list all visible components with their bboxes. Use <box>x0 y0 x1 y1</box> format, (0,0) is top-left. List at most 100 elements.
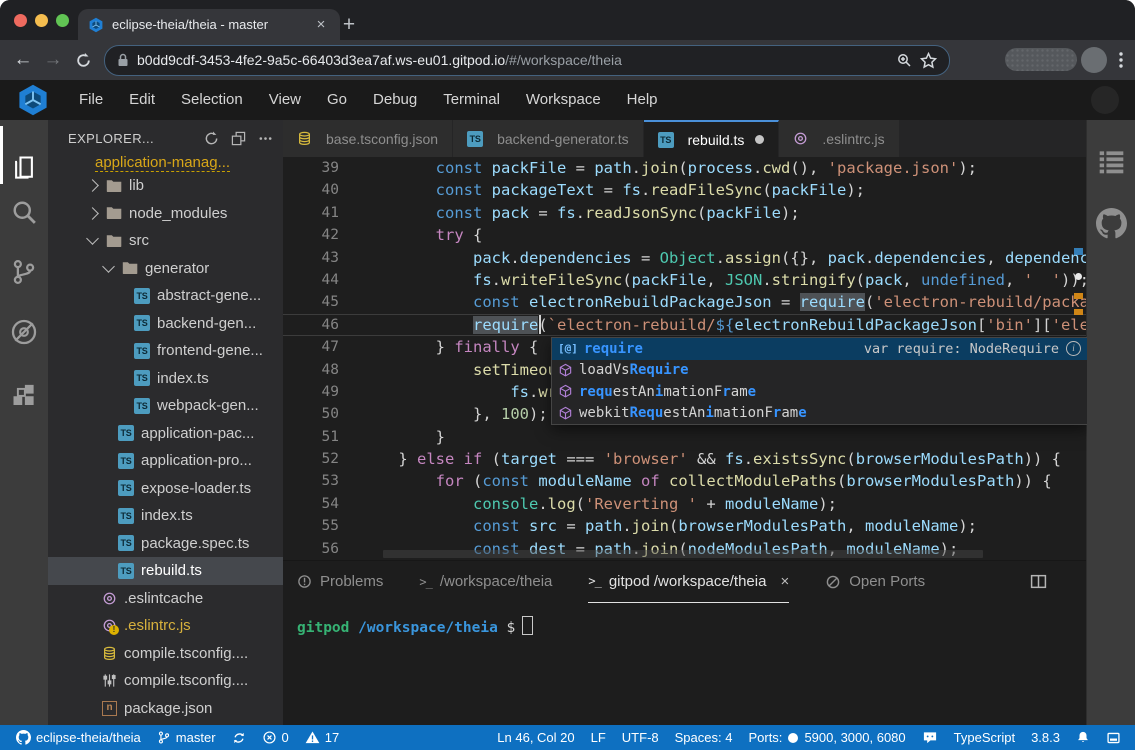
tree-file-row[interactable]: TSfrontend-gene... <box>48 337 283 365</box>
debug-disabled-icon[interactable] <box>10 318 38 346</box>
tree-file-row[interactable]: TSindex.ts <box>48 365 283 393</box>
completion-item[interactable]: loadVsRequire <box>552 360 1087 382</box>
tree-file-row[interactable]: compile.tsconfig.... <box>48 640 283 668</box>
tree-folder-row[interactable]: src <box>48 227 283 255</box>
search-icon[interactable] <box>10 198 38 226</box>
menu-help[interactable]: Help <box>614 91 671 108</box>
menu-terminal[interactable]: Terminal <box>430 91 513 108</box>
browser-menu-icon[interactable] <box>1113 50 1129 70</box>
menu-file[interactable]: File <box>66 91 116 108</box>
line-number: 40 <box>283 179 361 201</box>
source-control-icon[interactable] <box>10 258 38 286</box>
status-label: 17 <box>325 730 339 745</box>
status-item-0[interactable]: 0 <box>254 730 297 745</box>
completion-label: webkitRequestAnimationFrame <box>579 405 807 421</box>
minimize-window-button[interactable] <box>35 14 48 27</box>
tree-file-row[interactable]: TSexpose-loader.ts <box>48 475 283 503</box>
file-type-ts-icon: TS <box>118 453 134 469</box>
chevron-right-icon <box>86 179 99 192</box>
browser-tab[interactable]: eclipse-theia/theia - master × <box>78 9 340 40</box>
zoom-page-icon[interactable] <box>896 52 912 68</box>
more-actions-icon[interactable] <box>258 131 273 146</box>
tree-file-row[interactable]: TSrebuild.ts <box>48 557 283 585</box>
status-item-ln-46-col-20[interactable]: Ln 46, Col 20 <box>489 730 582 745</box>
panel-tab-gitpod-workspace-theia[interactable]: >_gitpod /workspace/theia× <box>588 561 789 603</box>
status-item-utf-8[interactable]: UTF-8 <box>614 730 667 745</box>
tree-folder-row[interactable]: lib <box>48 172 283 200</box>
panel-tab-Open-Ports[interactable]: Open Ports <box>825 561 925 602</box>
menu-view[interactable]: View <box>256 91 314 108</box>
editor-tab-rebuild-ts[interactable]: TSrebuild.ts <box>644 120 780 157</box>
tree-folder-row[interactable]: node_modules <box>48 200 283 228</box>
back-icon[interactable]: ← <box>8 49 38 71</box>
tree-file-row[interactable]: TSpackage.spec.ts <box>48 530 283 558</box>
status-item-eclipse-theia-theia[interactable]: eclipse-theia/theia <box>8 730 149 745</box>
status-item-spaces-4[interactable]: Spaces: 4 <box>667 730 741 745</box>
status-item-typescript[interactable]: TypeScript <box>946 730 1023 745</box>
tree-file-row[interactable]: TSbackend-gen... <box>48 310 283 338</box>
tree-file-row[interactable]: !application-manag... <box>48 156 283 172</box>
tree-file-row[interactable]: TSapplication-pac... <box>48 420 283 448</box>
url-bar[interactable]: b0dd9cdf-3453-4fe2-9a5c-66403d3ea7af.ws-… <box>104 45 950 76</box>
browser-profile-avatar[interactable] <box>1081 47 1107 73</box>
tree-file-row[interactable]: !.eslintrc.js <box>48 612 283 640</box>
status-item-5900-3000-6080[interactable]: Ports:5900, 3000, 6080 <box>740 730 913 745</box>
status-item[interactable] <box>224 731 254 745</box>
close-tab-icon[interactable]: × <box>312 16 330 34</box>
zoom-window-button[interactable] <box>56 14 69 27</box>
panel-tab-Problems[interactable]: Problems <box>297 561 383 602</box>
editor-tab--eslintrc-js[interactable]: .eslintrc.js <box>779 120 899 157</box>
status-item[interactable] <box>1098 731 1129 745</box>
tree-file-row[interactable]: TSabstract-gene... <box>48 282 283 310</box>
menu-go[interactable]: Go <box>314 91 360 108</box>
tree-file-row[interactable]: TSindex.ts <box>48 502 283 530</box>
tree-file-row[interactable]: .eslintcache <box>48 585 283 613</box>
menu-selection[interactable]: Selection <box>168 91 256 108</box>
tree-file-row[interactable]: TSapplication-pro... <box>48 447 283 475</box>
file-type-ts-icon: TS <box>658 132 674 148</box>
tree-file-row[interactable]: compile.tsconfig.... <box>48 667 283 695</box>
file-type-folder-icon <box>106 179 122 193</box>
outline-icon[interactable] <box>1098 148 1125 175</box>
file-type-ts-icon: TS <box>134 398 150 414</box>
status-item-3-8-3[interactable]: 3.8.3 <box>1023 730 1068 745</box>
forward-icon[interactable]: → <box>38 49 68 71</box>
close-window-button[interactable] <box>14 14 27 27</box>
extensions-icon[interactable] <box>10 384 38 412</box>
editor-tab-base-tsconfig-json[interactable]: base.tsconfig.json <box>283 120 453 157</box>
bookmark-star-icon[interactable] <box>920 52 937 69</box>
browser-toolbar: ← → b0dd9cdf-3453-4fe2-9a5c-66403d3ea7af… <box>0 40 1135 80</box>
editor-tab-backend-generator-ts[interactable]: TSbackend-generator.ts <box>453 120 644 157</box>
refresh-icon[interactable] <box>204 131 219 146</box>
completion-item[interactable]: [@]requirevar require: NodeRequirei <box>552 338 1087 360</box>
reload-icon[interactable] <box>68 52 98 69</box>
menu-edit[interactable]: Edit <box>116 91 168 108</box>
horizontal-scrollbar[interactable] <box>383 550 983 558</box>
completion-item[interactable]: webkitRequestAnimationFrame <box>552 403 1087 425</box>
status-item[interactable] <box>914 730 946 745</box>
completion-item[interactable]: requestAnimationFrame <box>552 381 1087 403</box>
files-icon[interactable] <box>10 154 38 182</box>
status-item-master[interactable]: master <box>149 730 224 745</box>
status-item-lf[interactable]: LF <box>583 730 614 745</box>
tree-file-row[interactable]: npackage.json <box>48 695 283 723</box>
code-text: try { <box>361 224 1087 246</box>
lock-icon <box>117 53 129 67</box>
portdot-icon <box>787 732 799 744</box>
menu-workspace[interactable]: Workspace <box>513 91 614 108</box>
panel-tab--workspace-theia[interactable]: >_/workspace/theia <box>419 561 552 602</box>
tree-file-row[interactable]: TSwebpack-gen... <box>48 392 283 420</box>
tree-folder-row[interactable]: generator <box>48 255 283 283</box>
split-terminal-icon[interactable] <box>1030 573 1047 590</box>
code-line: 44 fs.writeFileSync(packFile, JSON.strin… <box>283 269 1087 291</box>
code-text: fs.writeFileSync(packFile, JSON.stringif… <box>361 269 1087 291</box>
terminal-output[interactable]: gitpod /workspace/theia $ <box>283 602 1087 636</box>
collapse-all-icon[interactable] <box>231 131 246 146</box>
code-editor[interactable]: 39 const packFile = path.join(process.cw… <box>283 157 1087 560</box>
status-item-17[interactable]: 17 <box>297 730 347 745</box>
menu-debug[interactable]: Debug <box>360 91 430 108</box>
new-tab-button[interactable]: + <box>336 12 362 38</box>
close-icon[interactable]: × <box>780 573 789 590</box>
status-item[interactable] <box>1068 730 1098 745</box>
github-icon[interactable] <box>1096 208 1127 239</box>
